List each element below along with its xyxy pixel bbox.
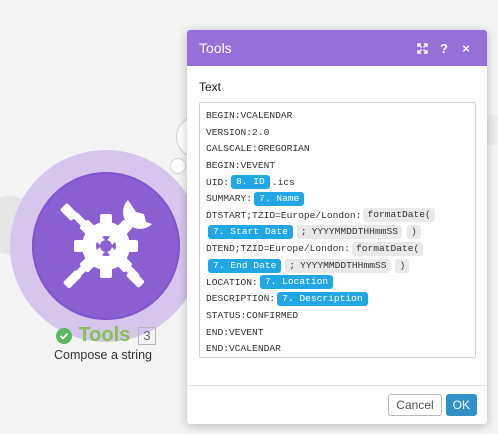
editor-line[interactable]: END:VCALENDAR xyxy=(206,341,469,357)
editor-line-key: UID: xyxy=(206,176,230,188)
editor-line[interactable]: BEGIN:VEVENT xyxy=(206,157,469,174)
variable-pill[interactable]: 7. Description xyxy=(277,291,368,306)
variable-pill[interactable]: 7. Name xyxy=(254,191,305,206)
module-number-badge: 3 xyxy=(138,326,156,345)
editor-line-text: BEGIN:VCALENDAR xyxy=(206,109,293,121)
editor-line-suffix: .ics xyxy=(271,176,295,188)
editor-line-key: DTEND;TZID=Europe/London: xyxy=(206,243,350,255)
editor-line[interactable]: BEGIN:VCALENDAR xyxy=(206,107,469,124)
dialog-body: Text BEGIN:VCALENDAR VERSION:2.0 CALSCALE:… xyxy=(187,66,487,358)
function-token[interactable]: formatDate( xyxy=(351,241,424,256)
dialog-title: Tools xyxy=(199,40,232,56)
module-settings-dialog: Tools ? × Text BEGIN:VCALENDAR VERSION:2.… xyxy=(187,30,487,424)
variable-pill[interactable]: 7. Start Date xyxy=(208,225,293,240)
editor-line[interactable]: DTSTART;TZID=Europe/London: formatDate( xyxy=(206,207,469,224)
editor-line[interactable]: END:VEVENT xyxy=(206,324,469,341)
ok-button[interactable]: OK xyxy=(445,394,477,416)
text-editor[interactable]: BEGIN:VCALENDAR VERSION:2.0 CALSCALE:GREGO… xyxy=(199,102,476,358)
editor-line[interactable]: LOCATION: 7. Location xyxy=(206,274,469,291)
argument-format: YYYYMMDDTHHmmSS xyxy=(311,226,398,238)
editor-line[interactable]: UID: 8. ID .ics xyxy=(206,174,469,191)
argument-format: YYYYMMDDTHHmmSS xyxy=(300,259,387,271)
function-argument-token[interactable]: ; YYYYMMDDTHHmmSS xyxy=(285,258,391,273)
help-icon[interactable]: ? xyxy=(433,37,455,59)
editor-line[interactable]: 7. Start Date; YYYYMMDDTHHmmSS) xyxy=(206,224,469,241)
argument-separator: ; xyxy=(300,226,307,238)
text-field-label: Text xyxy=(199,80,222,94)
editor-line-key: DESCRIPTION: xyxy=(206,293,276,305)
close-icon[interactable]: × xyxy=(455,37,477,59)
function-argument-token[interactable]: ; YYYYMMDDTHHmmSS xyxy=(296,225,402,240)
cancel-button[interactable]: Cancel xyxy=(388,394,442,416)
argument-separator: ; xyxy=(289,259,296,271)
expand-icon[interactable] xyxy=(411,37,433,59)
module-name[interactable]: Tools xyxy=(78,324,130,347)
editor-line[interactable]: DESCRIPTION: 7. Description xyxy=(206,291,469,308)
editor-line[interactable]: DTEND;TZID=Europe/London: formatDate( xyxy=(206,241,469,258)
editor-line[interactable]: VERSION:2.0 xyxy=(206,124,469,141)
function-close-token[interactable]: ) xyxy=(406,225,421,240)
variable-pill[interactable]: 7. Location xyxy=(259,275,334,290)
function-close-token[interactable]: ) xyxy=(395,258,410,273)
editor-line[interactable]: CALSCALE:GREGORIAN xyxy=(206,140,469,157)
editor-line-key: LOCATION: xyxy=(206,276,258,288)
editor-line-text: CALSCALE:GREGORIAN xyxy=(206,143,310,155)
editor-line-text: STATUS:CONFIRMED xyxy=(206,310,299,322)
editor-line-key: SUMMARY: xyxy=(206,193,253,205)
dialog-header: Tools ? × xyxy=(187,30,487,66)
editor-line[interactable]: SUMMARY: 7. Name xyxy=(206,190,469,207)
tools-icon xyxy=(60,200,152,289)
function-token[interactable]: formatDate( xyxy=(363,208,435,223)
variable-pill[interactable]: 7. End Date xyxy=(208,258,282,273)
editor-line-text: END:VCALENDAR xyxy=(206,343,281,355)
editor-line-key: DTSTART;TZID=Europe/London: xyxy=(206,209,362,221)
dialog-footer: Cancel OK xyxy=(187,385,487,424)
editor-line-text: END:VEVENT xyxy=(206,326,264,338)
module-subtitle: Compose a string xyxy=(54,348,152,362)
variable-pill[interactable]: 8. ID xyxy=(231,175,270,190)
module-title-row: Tools 3 xyxy=(0,324,212,347)
check-icon xyxy=(56,327,73,344)
editor-line[interactable]: 7. End Date; YYYYMMDDTHHmmSS) xyxy=(206,257,469,274)
editor-line-text: VERSION:2.0 xyxy=(206,126,270,138)
editor-line-text: BEGIN:VEVENT xyxy=(206,159,276,171)
editor-line[interactable]: STATUS:CONFIRMED xyxy=(206,307,469,324)
note-bubble-small xyxy=(170,158,186,174)
